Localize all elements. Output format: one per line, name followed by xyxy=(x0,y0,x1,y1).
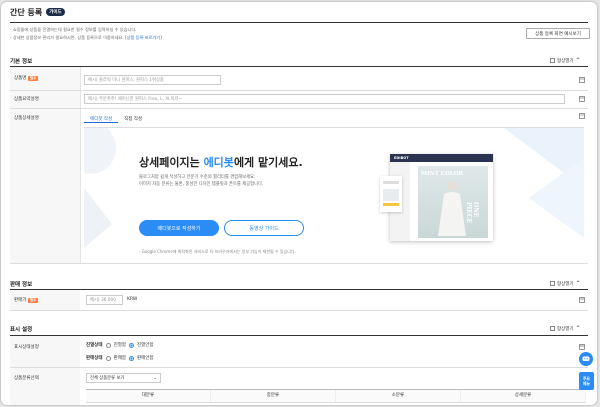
status-label: 표시상태설정 xyxy=(14,345,39,350)
basic-always-open[interactable]: 항상열기 ⌃ xyxy=(550,57,581,64)
column-header: 대분류 xyxy=(86,390,211,402)
table-icon[interactable] xyxy=(579,113,585,119)
sale-status-label: 판매상태 xyxy=(86,356,103,361)
checkbox-icon[interactable] xyxy=(550,326,555,331)
editor-preview: EDIBOT MINT COLOR ONE PIECE xyxy=(380,154,493,241)
summary-label: 상품요약설명 xyxy=(14,97,39,102)
main-menu-button[interactable]: 주요 메뉴 xyxy=(579,372,594,390)
currency-unit: KRW xyxy=(127,297,138,302)
edibot-write-button[interactable]: 에디봇으로 작성하기 xyxy=(139,220,219,236)
product-register-link[interactable]: [상품 등록 바로가기] xyxy=(125,35,162,40)
table-icon[interactable] xyxy=(579,96,585,102)
window: 간단 등록 가이드 - 쇼핑몰에 상품을 진열하는데 필요한 필수 정보를 입력… xyxy=(1,2,597,405)
row-divider xyxy=(10,90,588,91)
preview-text-mint: MINT COLOR xyxy=(421,171,464,177)
radio-display-off[interactable] xyxy=(128,342,134,348)
radio-sale-on[interactable] xyxy=(105,355,111,361)
checkbox-icon[interactable] xyxy=(550,281,555,286)
video-guide-button[interactable]: 동영상 가이드 xyxy=(224,220,304,236)
chat-button[interactable] xyxy=(579,352,593,366)
sale-section-title: 판매 정보 xyxy=(10,282,33,288)
basic-section-title: 기본 정보 xyxy=(10,59,33,65)
row-divider xyxy=(10,367,588,368)
example-view-button[interactable]: 상품 등록 화면 예시보기 xyxy=(526,28,590,39)
sale-status-group: 판매상태 판매함 판매안함 xyxy=(86,355,154,361)
price-input[interactable]: 예시) 36,000 xyxy=(86,295,123,305)
table-icon[interactable] xyxy=(579,344,585,350)
preview-card xyxy=(380,176,402,212)
table-icon[interactable] xyxy=(579,77,585,83)
column-divider xyxy=(80,67,81,263)
product-name-input[interactable]: 예시) 플라워 미니 원피스, 원피스 1위상품 xyxy=(84,75,221,85)
sale-always-open[interactable]: 항상열기 ⌃ xyxy=(550,280,581,287)
required-badge: 필수 xyxy=(28,75,38,81)
promo-background-shapes xyxy=(84,128,584,248)
promo-description: 블로그처럼 쉽게 작성하고 전문가 수준의 퀄리티를 경험해보세요. 이미지 자… xyxy=(139,175,264,187)
guide-badge[interactable]: 가이드 xyxy=(46,8,65,16)
display-section-title: 표시 설정 xyxy=(10,327,33,333)
chevron-up-icon[interactable]: ⌃ xyxy=(576,325,581,332)
required-badge: 필수 xyxy=(28,297,38,303)
display-status-group: 진열상태 진열함 진열안함 xyxy=(86,342,154,348)
detail-tabs: 에디봇 작성 직접 작성 xyxy=(84,116,148,123)
edibot-promo: 상세페이지는 에디봇에게 맡기세요. 블로그처럼 쉽게 작성하고 전문가 수준의… xyxy=(84,128,584,262)
sale-end-divider xyxy=(10,310,588,311)
display-status-label: 진열상태 xyxy=(86,343,103,348)
tab-direct[interactable]: 직접 작성 xyxy=(118,116,148,123)
title-divider xyxy=(10,22,588,23)
display-always-open[interactable]: 항상열기 ⌃ xyxy=(550,325,581,332)
chevron-down-icon: ⌄ xyxy=(153,375,157,381)
detail-label: 상품상세설명 xyxy=(14,116,39,121)
column-header: 상세분류 xyxy=(461,390,586,402)
category-select[interactable]: 전체 상품분류 보기 ⌄ xyxy=(86,373,161,383)
summary-input[interactable]: 예시) 주문폭주! 페미닌한 원피스 Free, L, XL까지~ xyxy=(84,94,565,104)
radio-sale-off[interactable] xyxy=(128,355,134,361)
basic-end-divider xyxy=(10,263,588,264)
radio-display-on[interactable] xyxy=(105,342,111,348)
row-divider xyxy=(10,108,588,109)
basic-divider xyxy=(10,66,588,67)
preview-brand: EDIBOT xyxy=(394,156,409,160)
preview-text-onepiece: ONE PIECE xyxy=(465,202,479,224)
column-header: 중분류 xyxy=(211,390,336,402)
notice-line-2: - 상세한 상품정보 관리가 필요하시면, 상품 등록으로 이용하세요. [상품… xyxy=(10,35,162,40)
sale-divider xyxy=(10,289,588,290)
product-name-label: 상품명 필수 xyxy=(14,75,38,81)
browser-footnote: - Google Chrome에 최적화된 서비스로 타 브라우저에서는 일부 … xyxy=(139,249,296,254)
chat-icon xyxy=(582,356,590,361)
tab-edibot[interactable]: 에디봇 작성 xyxy=(84,116,119,123)
checkbox-icon[interactable] xyxy=(550,58,555,63)
chevron-up-icon[interactable]: ⌃ xyxy=(576,57,581,64)
table-icon[interactable] xyxy=(579,297,585,303)
display-divider xyxy=(10,335,588,336)
preview-photo: MINT COLOR ONE PIECE xyxy=(418,166,488,238)
column-header: 소분류 xyxy=(336,390,461,402)
notice-line-1: - 쇼핑몰에 상품을 진열하는데 필요한 필수 정보를 입력하실 수 있습니다. xyxy=(10,27,137,32)
price-label: 판매가 필수 xyxy=(14,297,38,303)
promo-headline: 상세페이지는 에디봇에게 맡기세요. xyxy=(139,156,303,169)
chevron-up-icon[interactable]: ⌃ xyxy=(576,280,581,287)
category-label: 상품분류선택 xyxy=(14,376,39,381)
page-header: 간단 등록 가이드 xyxy=(10,6,65,18)
page-title: 간단 등록 xyxy=(10,7,43,17)
category-table-header: 대분류 중분류 소분류 상세분류 xyxy=(86,389,586,403)
